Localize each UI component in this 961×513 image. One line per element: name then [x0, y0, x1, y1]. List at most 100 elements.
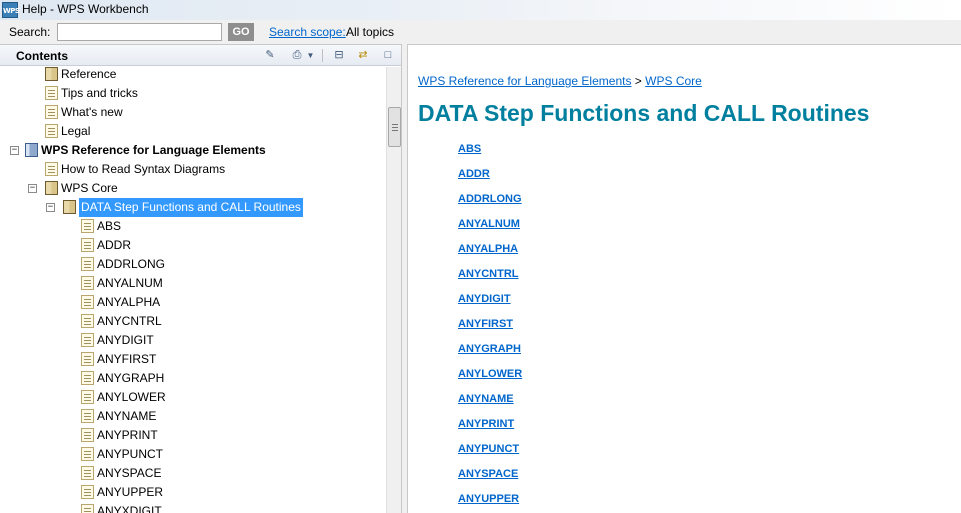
tree-item-label: ANYPRINT — [97, 428, 158, 442]
page-icon — [81, 276, 94, 290]
breadcrumb-link-language-elements[interactable]: WPS Reference for Language Elements — [418, 74, 631, 88]
tree-item[interactable]: ANYFIRST — [0, 350, 386, 369]
tree-collapse-toggle[interactable]: − — [46, 203, 55, 212]
tree-item[interactable]: ADDR — [0, 236, 386, 255]
tree-item-label: ANYSPACE — [97, 466, 162, 480]
tree-item[interactable]: ANYLOWER — [0, 388, 386, 407]
tree-item-label: ANYLOWER — [97, 390, 166, 404]
tree-item-label: WPS Core — [61, 181, 118, 195]
tree-item-label: ANYDIGIT — [97, 333, 154, 347]
page-icon — [81, 485, 94, 499]
tree-item[interactable]: ANYALPHA — [0, 293, 386, 312]
tree-collapse-toggle[interactable]: − — [28, 184, 37, 193]
window-title: Help - WPS Workbench — [22, 2, 149, 16]
function-link[interactable]: ANYPRINT — [458, 418, 514, 430]
tree-item[interactable]: Reference — [0, 67, 386, 84]
page-icon — [45, 105, 58, 119]
search-scope-value: All topics — [346, 25, 395, 39]
show-in-toc-icon[interactable]: ✎ — [262, 48, 278, 63]
tree-item-label: ANYNAME — [97, 409, 157, 423]
page-icon — [81, 333, 94, 347]
function-link[interactable]: ADDRLONG — [458, 193, 522, 205]
wps-app-icon: WPS — [2, 2, 20, 18]
function-link[interactable]: ANYSPACE — [458, 468, 518, 480]
tree-item[interactable]: ANYSPACE — [0, 464, 386, 483]
function-link[interactable]: ANYCNTRL — [458, 268, 519, 280]
page-icon — [81, 257, 94, 271]
page-icon — [81, 447, 94, 461]
go-button[interactable]: GO — [228, 23, 254, 41]
tree-item-label: Tips and tricks — [61, 86, 138, 100]
link-with-contents-icon[interactable]: ⇄ — [355, 48, 371, 63]
tree-item[interactable]: Legal — [0, 122, 386, 141]
contents-pane-title: Contents — [16, 49, 68, 63]
tree-item-label: What's new — [61, 105, 123, 119]
tree-item[interactable]: ANYALNUM — [0, 274, 386, 293]
search-scope-link[interactable]: Search scope: — [269, 25, 346, 39]
tree-item-label: ADDRLONG — [97, 257, 166, 271]
tree-item-label: Legal — [61, 124, 91, 138]
book-icon — [63, 200, 76, 214]
function-link[interactable]: ABS — [458, 143, 481, 155]
tree-item-label: Reference — [61, 67, 117, 81]
function-link[interactable]: ANYALPHA — [458, 243, 518, 255]
tree-item-label: ANYUPPER — [97, 485, 164, 499]
tree-item[interactable]: ANYPRINT — [0, 426, 386, 445]
function-link[interactable]: ANYNAME — [458, 393, 514, 405]
dropdown-arrow-icon[interactable]: ▼ — [306, 48, 315, 63]
scrollbar-thumb[interactable] — [388, 107, 401, 147]
function-link[interactable]: ANYALNUM — [458, 218, 520, 230]
page-icon — [81, 295, 94, 309]
function-link[interactable]: ANYPUNCT — [458, 443, 519, 455]
tree-item-label: How to Read Syntax Diagrams — [61, 162, 226, 176]
tree-item[interactable]: How to Read Syntax Diagrams — [0, 160, 386, 179]
contents-scrollbar[interactable] — [386, 67, 401, 513]
contents-tree: Reference Tips and tricks What's new Legal −… — [0, 67, 386, 513]
tree-item[interactable]: ABS — [0, 217, 386, 236]
tree-item[interactable]: Tips and tricks — [0, 84, 386, 103]
page-icon — [81, 428, 94, 442]
breadcrumb: WPS Reference for Language Elements > WP… — [418, 74, 702, 88]
tree-collapse-toggle[interactable]: − — [10, 146, 19, 155]
tree-item[interactable]: ANYUPPER — [0, 483, 386, 502]
page-icon — [81, 314, 94, 328]
breadcrumb-link-wps-core[interactable]: WPS Core — [645, 74, 702, 88]
tree-item[interactable]: What's new — [0, 103, 386, 122]
page-icon — [81, 352, 94, 366]
maximize-icon[interactable]: □ — [380, 48, 396, 63]
function-link[interactable]: ANYUPPER — [458, 493, 519, 505]
page-icon — [81, 409, 94, 423]
print-icon[interactable]: ⎙ — [289, 48, 305, 63]
tree-item[interactable]: − DATA Step Functions and CALL Routines — [0, 198, 386, 217]
book-icon — [45, 67, 58, 81]
contents-pane-header: Contents ✎ ⎙ ▼ ⊟ ⇄ □ — [0, 45, 401, 66]
tree-item[interactable]: ANYCNTRL — [0, 312, 386, 331]
page-title: DATA Step Functions and CALL Routines — [418, 100, 870, 126]
function-link[interactable]: ANYGRAPH — [458, 343, 521, 355]
search-input[interactable] — [57, 23, 222, 41]
tree-item-label: ANYALPHA — [97, 295, 161, 309]
tree-item[interactable]: − WPS Reference for Language Elements — [0, 141, 386, 160]
book-icon — [45, 181, 58, 195]
tree-item[interactable]: ANYDIGIT — [0, 331, 386, 350]
function-link[interactable]: ANYLOWER — [458, 368, 522, 380]
tree-item[interactable]: ANYPUNCT — [0, 445, 386, 464]
contents-pane: Contents ✎ ⎙ ▼ ⊟ ⇄ □ Reference Tips and t… — [0, 44, 402, 513]
tree-item[interactable]: ANYGRAPH — [0, 369, 386, 388]
tree-item-label: DATA Step Functions and CALL Routines — [79, 198, 303, 217]
toolbar-separator — [322, 49, 323, 62]
function-link[interactable]: ANYDIGIT — [458, 293, 511, 305]
window-titlebar: WPS Help - WPS Workbench — [0, 0, 961, 20]
function-link[interactable]: ANYFIRST — [458, 318, 513, 330]
page-icon — [45, 162, 58, 176]
search-bar: Search: GO Search scope: All topics — [0, 20, 961, 44]
tree-item[interactable]: ANYXDIGIT — [0, 502, 386, 513]
page-icon — [81, 219, 94, 233]
function-link[interactable]: ADDR — [458, 168, 490, 180]
tree-item-label: ADDR — [97, 238, 132, 252]
book-blue-icon — [25, 143, 38, 157]
tree-item[interactable]: ANYNAME — [0, 407, 386, 426]
collapse-all-icon[interactable]: ⊟ — [331, 48, 347, 63]
tree-item[interactable]: − WPS Core — [0, 179, 386, 198]
tree-item[interactable]: ADDRLONG — [0, 255, 386, 274]
